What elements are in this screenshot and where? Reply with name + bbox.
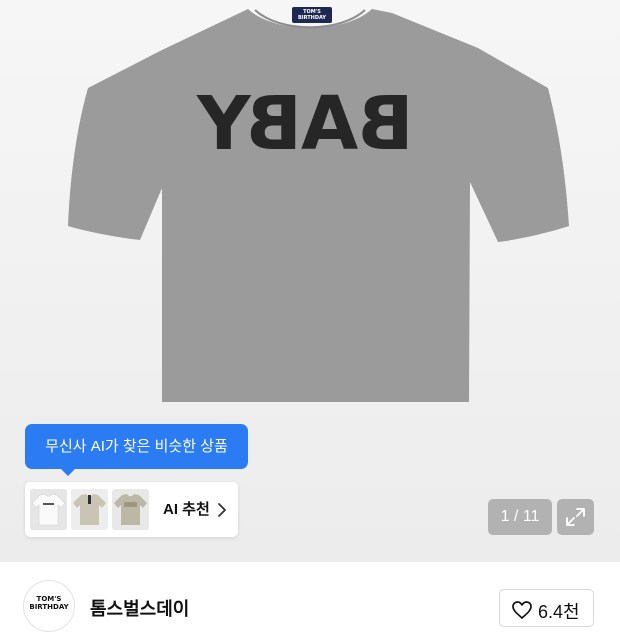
- expand-icon: [566, 508, 585, 526]
- like-button[interactable]: 6.4천: [499, 589, 594, 627]
- brand-bar: TOM'S BIRTHDAY 톰스벌스데이 6.4천: [0, 562, 620, 632]
- brand-name[interactable]: 톰스벌스데이: [90, 595, 189, 621]
- brand-logo[interactable]: TOM'S BIRTHDAY: [23, 580, 75, 632]
- like-count: 6.4천: [538, 602, 580, 622]
- recommend-thumb-beige-tee[interactable]: [112, 489, 149, 530]
- image-pager: 1 / 11: [488, 499, 552, 535]
- product-image[interactable]: TOM'S BIRTHDAY BABY 무신사 AI가 찾은 비슷한 상품 AI…: [0, 0, 620, 562]
- shirt-print-text: BABY: [198, 81, 414, 167]
- chevron-right-icon: [218, 503, 226, 517]
- ai-recommend-card[interactable]: AI 추천: [25, 482, 238, 537]
- expand-image-button[interactable]: [557, 499, 594, 535]
- brand-collar-tag: TOM'S BIRTHDAY: [292, 7, 332, 23]
- recommend-thumb-henley-tee[interactable]: [71, 489, 108, 530]
- ai-recommend-label[interactable]: AI 추천: [163, 482, 210, 537]
- recommend-thumb-white-tee[interactable]: [30, 489, 67, 530]
- ai-recommend-tooltip: 무신사 AI가 찾은 비슷한 상품: [25, 424, 248, 476]
- heart-outline-icon: [512, 601, 532, 619]
